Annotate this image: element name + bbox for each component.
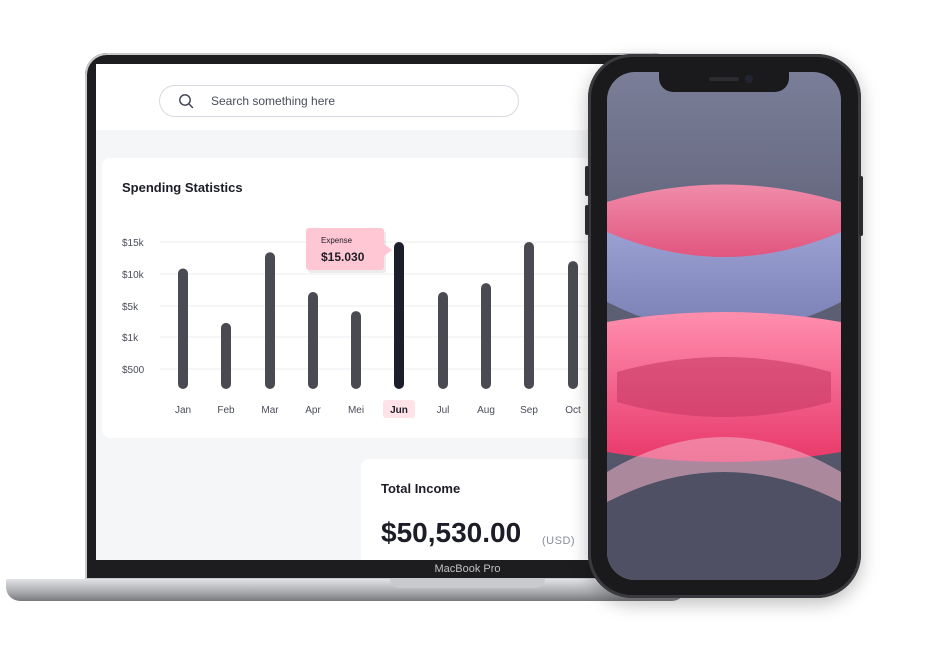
chart-bar (265, 252, 275, 389)
x-tick-label: Sep (520, 405, 538, 416)
total-income-title: Total Income (381, 481, 461, 496)
x-tick-label: Oct (565, 405, 581, 416)
y-tick-label: $10k (122, 270, 145, 281)
phone-notch (659, 72, 789, 92)
laptop-screen: Search something here Spending Statistic… (96, 64, 616, 560)
y-tick-label: $15k (122, 238, 145, 249)
y-tick-label: $1k (122, 333, 139, 344)
y-tick-label: $5k (122, 302, 139, 313)
phone-volume-button (585, 205, 589, 235)
tooltip-value: $15.030 (321, 250, 365, 264)
phone-wallpaper (607, 72, 841, 580)
search-icon (179, 94, 194, 109)
search-input[interactable]: Search something here (159, 85, 519, 117)
laptop-bottom-bezel (96, 560, 616, 578)
laptop-model-label: MacBook Pro (434, 563, 501, 575)
spending-chart: $15k $10k $5k $1k $500 Jan Feb Mar Apr Mei Jun Jul A… (122, 228, 616, 418)
spending-statistics-card: Spending Statistics $15k $10k $5k $1k $500 Ja… (102, 158, 616, 438)
tooltip-label: Expense (321, 236, 353, 245)
chart-bar (351, 311, 361, 389)
x-tick-label: Jan (175, 405, 191, 416)
chart-bar (524, 242, 534, 389)
x-tick-label: Apr (305, 405, 321, 416)
x-tick-label: Aug (477, 405, 495, 416)
chart-bar (178, 268, 188, 389)
x-tick-label: Mar (261, 405, 279, 416)
chart-bar (438, 291, 448, 389)
y-tick-label: $500 (122, 365, 145, 376)
x-tick-label: Jun (390, 405, 408, 416)
top-bar: Search something here (96, 64, 616, 130)
x-tick-label: Mei (348, 405, 364, 416)
phone-power-button (859, 176, 863, 236)
chart-bar (221, 322, 231, 389)
chart-bar (481, 283, 491, 389)
phone-volume-button (585, 166, 589, 196)
total-income-card: Total Income $50,530.00 (USD) (361, 459, 616, 560)
phone-camera (745, 75, 753, 83)
total-income-value: $50,530.00 (381, 517, 522, 548)
phone-speaker (709, 77, 739, 81)
x-tick-label: Jul (437, 405, 450, 416)
chart-bar (394, 242, 404, 389)
chart-bar (568, 261, 578, 389)
laptop-base (6, 579, 686, 601)
laptop-opening-notch (390, 579, 545, 588)
search-placeholder: Search something here (211, 94, 336, 108)
chart-bar (308, 291, 318, 389)
total-income-unit: (USD) (542, 535, 576, 547)
tooltip-pointer (384, 244, 392, 256)
x-tick-label: Feb (217, 405, 235, 416)
